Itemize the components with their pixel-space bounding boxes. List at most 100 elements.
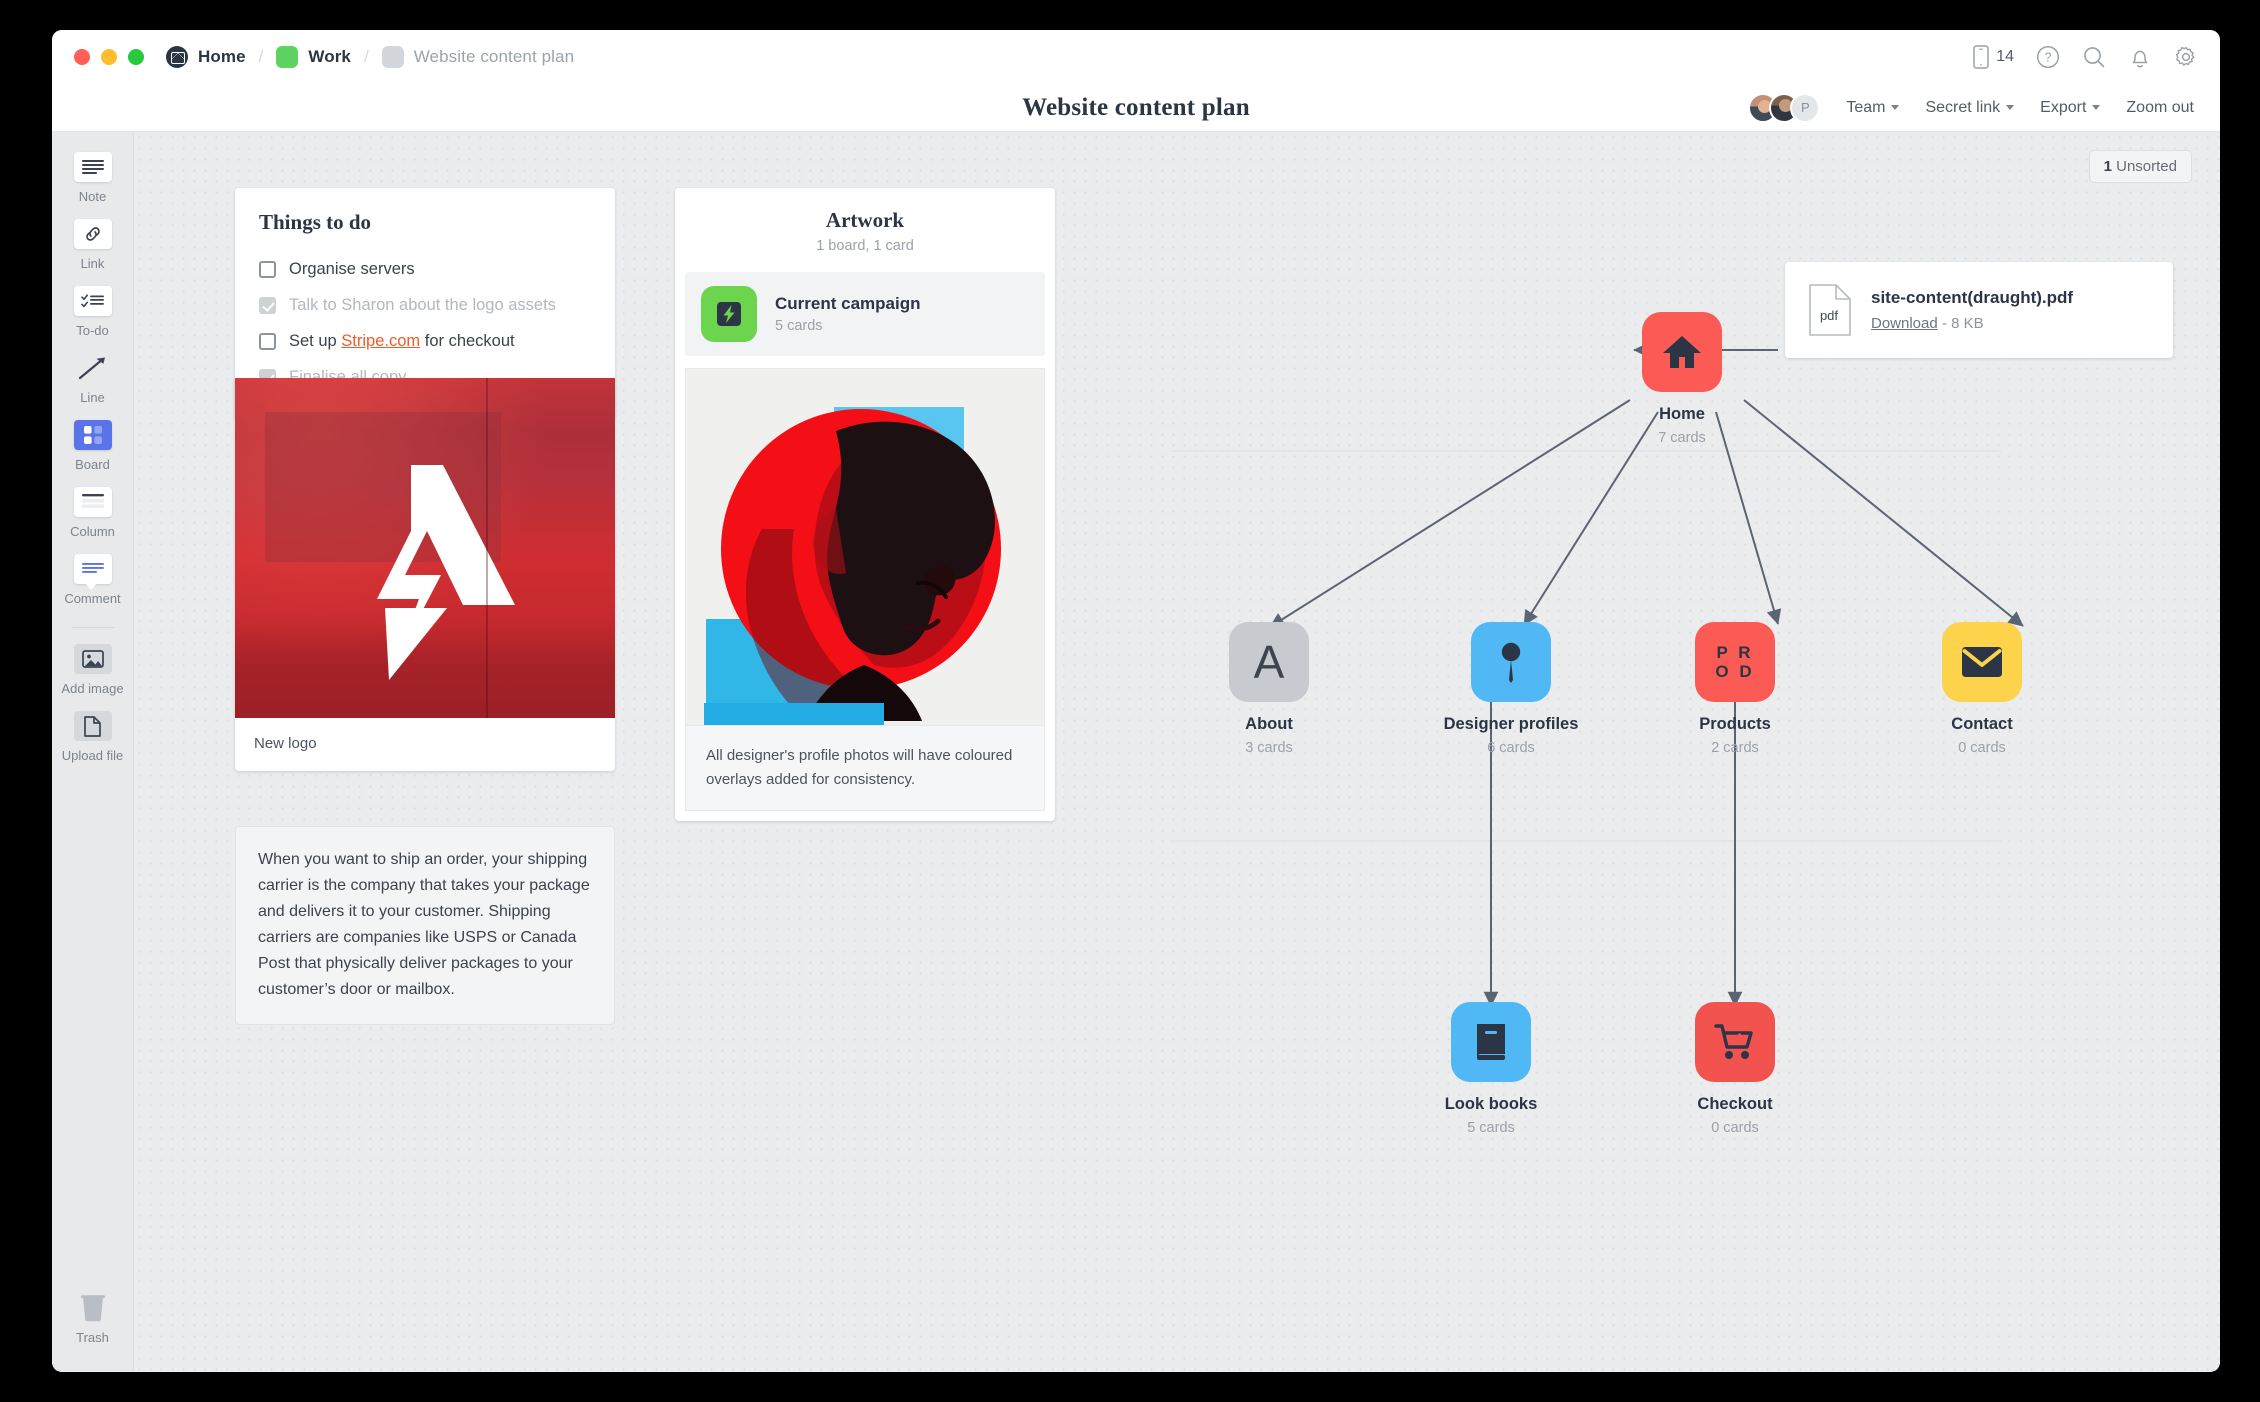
collaborator-avatars[interactable]: P: [1748, 92, 1821, 123]
header-actions: P Team Secret link Export Zoom out: [1748, 92, 2220, 123]
sitemap-node-label: Products: [1699, 715, 1771, 733]
image-icon: [73, 644, 112, 674]
tool-upload-file[interactable]: Upload file: [52, 711, 134, 763]
sitemap-node-label: Checkout: [1697, 1095, 1773, 1113]
about-node-tile[interactable]: A: [1229, 622, 1309, 702]
sitemap-node-look-books[interactable]: Look books 5 cards: [1411, 1002, 1571, 1136]
sitemap-node-label: Look books: [1444, 1095, 1538, 1113]
tool-comment[interactable]: Comment: [52, 554, 134, 606]
breadcrumb-item-work[interactable]: Work: [276, 46, 351, 68]
export-button[interactable]: Export: [2040, 99, 2101, 117]
pdf-attachment-card[interactable]: pdf site-content(draught).pdf Download -…: [1785, 262, 2173, 358]
tool-line[interactable]: Line: [52, 353, 134, 405]
comment-icon: [73, 554, 112, 590]
window-traffic-lights[interactable]: [74, 49, 144, 65]
tool-comment-label: Comment: [64, 591, 121, 606]
artwork-title: Artwork: [825, 208, 905, 232]
svg-text:?: ?: [2045, 51, 2052, 65]
shipping-note-card[interactable]: When you want to ship an order, your shi…: [235, 826, 615, 1026]
pdf-filesize: 8 KB: [1951, 315, 1984, 332]
artwork-row-subtitle: 5 cards: [775, 318, 823, 334]
tool-board[interactable]: Board: [52, 420, 134, 472]
toolbar-divider: [71, 627, 114, 628]
zoom-out-button[interactable]: Zoom out: [2126, 99, 2194, 117]
sitemap-node-home[interactable]: Home 7 cards: [1602, 312, 1762, 446]
document-header: Website content plan P Team Secret link …: [52, 84, 2220, 132]
avatar-initial[interactable]: P: [1790, 92, 1821, 123]
board-canvas[interactable]: 1 Unsorted Things to do Organise servers…: [134, 132, 2220, 1371]
look-books-node-tile[interactable]: [1451, 1002, 1531, 1082]
breadcrumb-item-home[interactable]: Home: [166, 46, 246, 68]
designer-profiles-node-tile[interactable]: [1471, 622, 1551, 702]
lightning-board-icon: [701, 286, 757, 342]
tool-sidebar: Note Link To-do Line Board Column Commen…: [52, 132, 134, 1371]
todo-item-label: Set up Stripe.com for checkout: [289, 332, 515, 351]
artwork-board-card[interactable]: Artwork 1 board, 1 card Current campaign…: [675, 188, 1055, 821]
sitemap-node-designer-profiles[interactable]: Designer profiles 6 cards: [1411, 622, 1611, 756]
checkbox-unchecked-icon[interactable]: [259, 260, 276, 278]
artwork-subtitle: 1 board, 1 card: [816, 238, 914, 254]
todo-item[interactable]: Set up Stripe.com for checkout: [259, 323, 591, 359]
sitemap-node-about[interactable]: A About 3 cards: [1189, 622, 1349, 756]
settings-icon[interactable]: [2174, 45, 2198, 69]
tool-add-image[interactable]: Add image: [52, 644, 134, 696]
checkbox-unchecked-icon[interactable]: [259, 332, 276, 350]
mobile-icon: [1973, 45, 1989, 69]
close-window-button[interactable]: [74, 49, 90, 65]
house-icon: [1663, 336, 1701, 368]
home-node-tile[interactable]: [1642, 312, 1722, 392]
products-node-tile[interactable]: P R O D: [1695, 622, 1775, 702]
sitemap-node-contact[interactable]: Contact 0 cards: [1902, 622, 2062, 756]
breadcrumb-item-current[interactable]: Website content plan: [381, 46, 574, 68]
tool-column-label: Column: [70, 524, 115, 539]
trash-icon: [80, 1292, 105, 1322]
pdf-download-link[interactable]: Download: [1871, 315, 1938, 332]
artwork-board-row[interactable]: Current campaign 5 cards: [685, 272, 1045, 356]
window-titlebar: Home / Work / Website content plan 14 ?: [52, 30, 2220, 84]
canvas-divider-bottom: [1171, 840, 2001, 842]
team-button[interactable]: Team: [1846, 99, 1900, 117]
secret-link-button[interactable]: Secret link: [1925, 99, 2015, 117]
tool-link[interactable]: Link: [52, 219, 134, 271]
tool-board-label: Board: [75, 457, 110, 472]
tool-note-label: Note: [78, 189, 107, 204]
zoom-out-button-label: Zoom out: [2126, 98, 2194, 116]
minimize-window-button[interactable]: [101, 49, 117, 65]
note-lines-icon: [81, 160, 104, 174]
picture-icon: [81, 650, 104, 668]
checkout-node-tile[interactable]: [1695, 1002, 1775, 1082]
edge-home-to-about: [1269, 399, 1631, 628]
prod-line-2: O D: [1715, 662, 1755, 681]
help-icon[interactable]: ?: [2036, 45, 2060, 69]
sitemap-node-products[interactable]: P R O D Products 2 cards: [1655, 622, 1815, 756]
sitemap-node-label: Home: [1659, 405, 1705, 423]
letter-a-icon: A: [1253, 636, 1285, 688]
trash-button[interactable]: Trash: [74, 1289, 112, 1345]
things-to-do-title: Things to do: [259, 210, 372, 234]
new-logo-card[interactable]: New logo: [235, 378, 615, 771]
artwork-photo-wrapper: [685, 368, 1045, 726]
maximize-window-button[interactable]: [128, 49, 144, 65]
search-icon[interactable]: [2082, 45, 2106, 69]
contact-node-tile[interactable]: [1942, 622, 2022, 702]
todo-item[interactable]: Talk to Sharon about the logo assets: [259, 287, 591, 323]
tool-note[interactable]: Note: [52, 152, 134, 204]
unsorted-label: Unsorted: [2116, 158, 2177, 175]
desktop-background: Home / Work / Website content plan 14 ? …: [0, 0, 2260, 1402]
new-logo-caption: New logo: [254, 735, 317, 752]
unsorted-badge[interactable]: 1 Unsorted: [2088, 150, 2192, 183]
pin-icon: [1501, 642, 1521, 683]
lightning-bolt-icon: [717, 302, 741, 326]
tool-todo[interactable]: To-do: [52, 286, 134, 338]
chain-link-icon: [85, 227, 100, 241]
checkbox-checked-icon[interactable]: [259, 296, 276, 314]
artwork-row-title: Current campaign: [775, 294, 921, 313]
mobile-device-indicator[interactable]: 14: [1973, 45, 2014, 69]
prod-line-1: P R: [1716, 642, 1754, 662]
todo-item[interactable]: Organise servers: [259, 251, 591, 287]
stripe-link[interactable]: Stripe.com: [341, 332, 420, 350]
tool-column[interactable]: Column: [52, 487, 134, 539]
notifications-icon[interactable]: [2128, 45, 2152, 69]
sitemap-node-label: Contact: [1951, 715, 2013, 733]
sitemap-node-checkout[interactable]: Checkout 0 cards: [1655, 1002, 1815, 1136]
